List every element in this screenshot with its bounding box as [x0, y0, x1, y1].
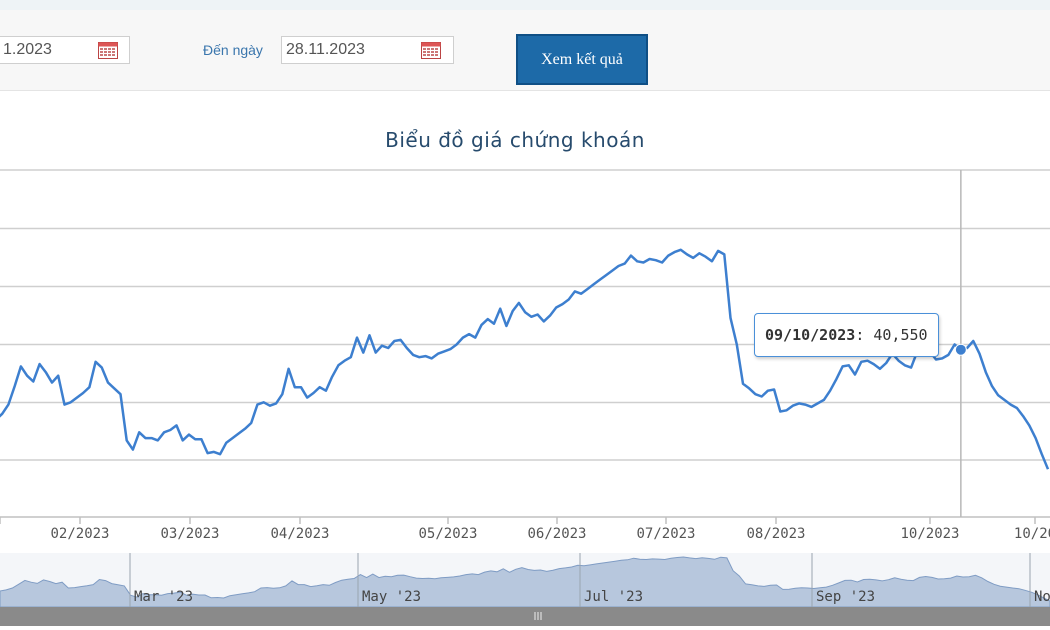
- x-tick-label: 10/20: [1014, 526, 1050, 542]
- navigator-label: Mar '23: [134, 589, 193, 605]
- x-tick-label: 02/2023: [50, 526, 109, 542]
- x-axis: 302/202303/202304/202305/202306/202307/2…: [0, 517, 1050, 542]
- x-tick-label: 07/2023: [636, 526, 695, 542]
- scrollbar-track[interactable]: [0, 607, 1050, 626]
- navigator-label: No: [1034, 589, 1050, 605]
- x-tick-label: 08/2023: [746, 526, 805, 542]
- highlight-point: [954, 343, 967, 356]
- tooltip-date: 09/10/2023: [765, 326, 856, 344]
- scrollbar[interactable]: [0, 607, 1050, 626]
- x-tick-label: 03/2023: [160, 526, 219, 542]
- navigator-label: Jul '23: [584, 589, 643, 605]
- navigator[interactable]: Mar '23 May '23 Jul '23 Sep '23 No: [0, 553, 1050, 608]
- x-tick-label: 06/2023: [527, 526, 586, 542]
- navigator-label: May '23: [362, 589, 421, 605]
- tooltip-value: 40,550: [873, 326, 928, 344]
- x-tick-label: 04/2023: [270, 526, 329, 542]
- price-tooltip: 09/10/2023: 40,550: [754, 313, 939, 357]
- x-tick-label: 05/2023: [418, 526, 477, 542]
- navigator-label: Sep '23: [816, 589, 875, 605]
- price-series-line: [0, 248, 1050, 470]
- x-tick-label: 10/2023: [900, 526, 959, 542]
